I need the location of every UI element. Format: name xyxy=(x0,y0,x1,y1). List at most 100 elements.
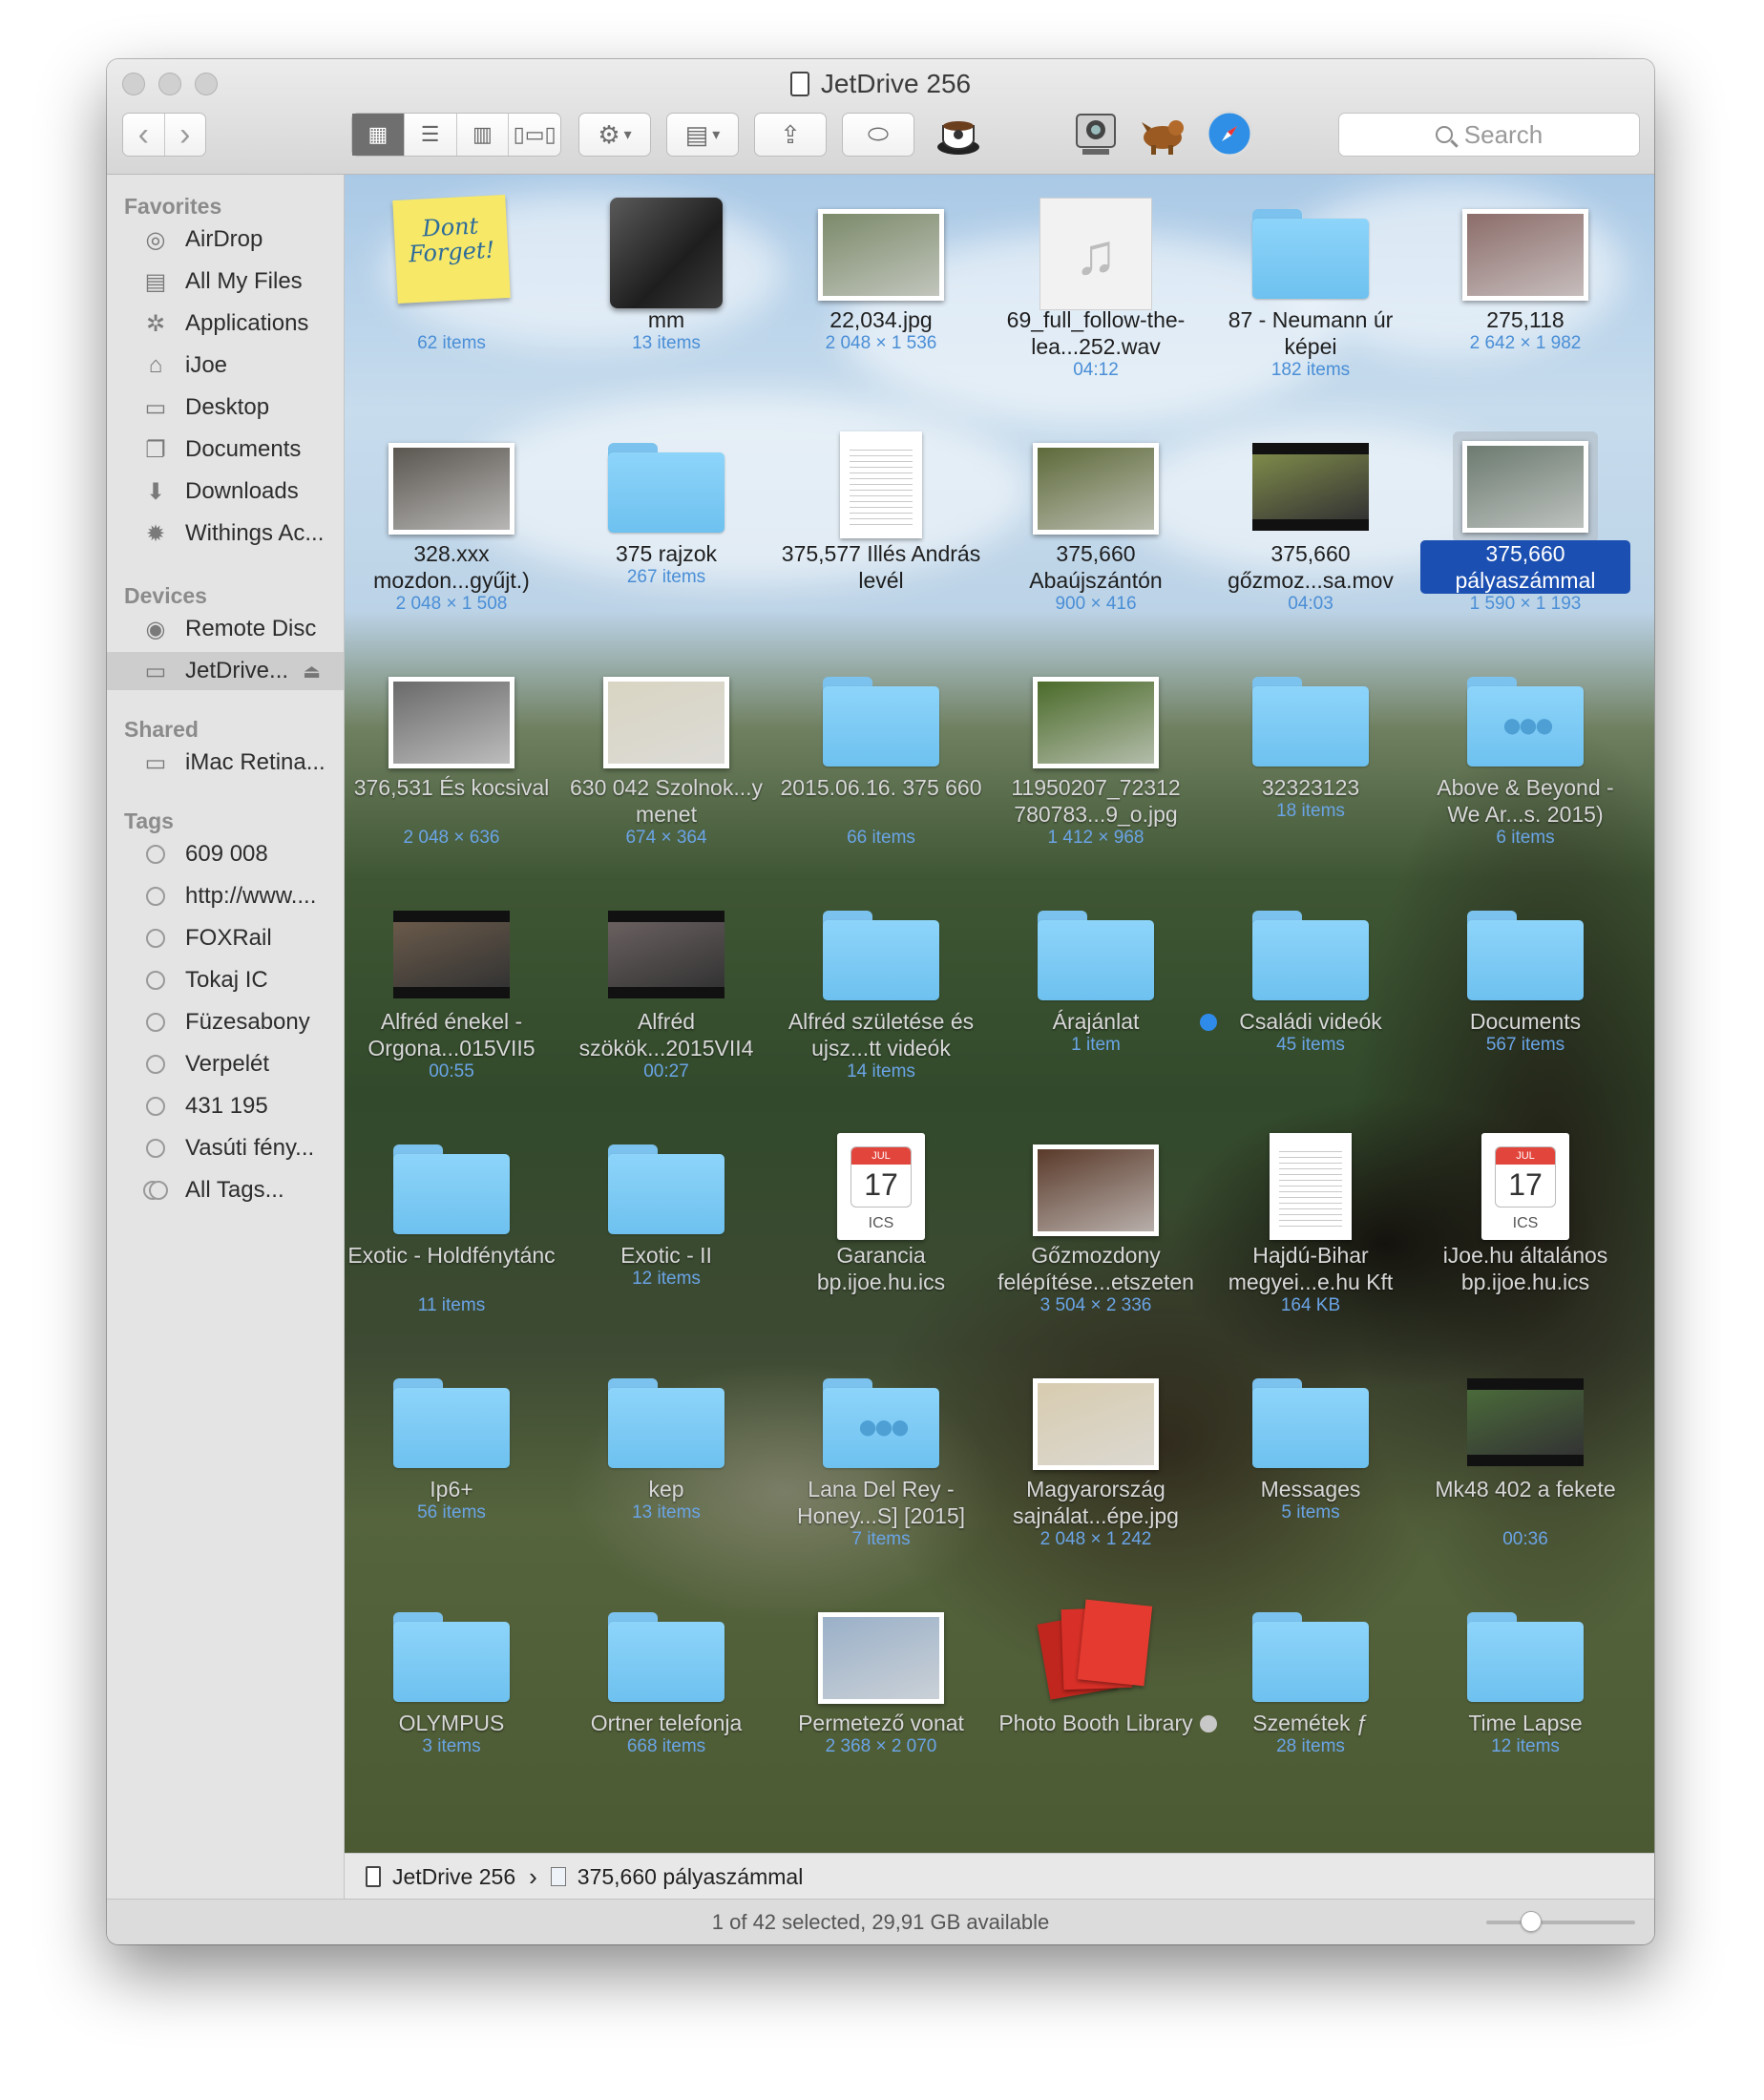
sidebar-header-shared: Shared xyxy=(124,717,199,742)
file-info: 00:36 xyxy=(1502,1529,1548,1549)
sidebar-tag-609-008[interactable]: 609 008 xyxy=(107,835,344,873)
list-view-button[interactable]: ☰ xyxy=(405,114,457,156)
image-thumbnail xyxy=(1033,443,1159,535)
file-item-alfr-d-sz-k-k-2015vii4[interactable]: Alfréd szökök...2015VII4 00:27 xyxy=(561,882,771,1102)
file-item-ortner-telefonja[interactable]: Ortner telefonja 668 items xyxy=(561,1584,771,1803)
file-item-87-neumann-r-k-pei[interactable]: 87 - Neumann úr képei 182 items xyxy=(1206,180,1416,400)
file-item-szem-tek[interactable]: Szemétek ƒ 28 items xyxy=(1200,1584,1416,1803)
file-item-olympus[interactable]: OLYMPUS 3 items xyxy=(346,1584,556,1803)
animal-app-icon[interactable] xyxy=(1138,109,1187,158)
file-item-630-042-szolnok-y-menet[interactable]: 630 042 Szolnok...y menet 674 × 364 xyxy=(561,648,771,868)
path-leaf[interactable]: 375,660 pályaszámmal xyxy=(550,1864,803,1890)
icon-view-button[interactable]: ▦ xyxy=(352,114,405,156)
calendar-icon: JUL 17 ICS xyxy=(837,1133,925,1240)
file-item-photo-booth-library[interactable]: Photo Booth Library xyxy=(991,1584,1201,1803)
forward-button[interactable]: › xyxy=(165,114,206,156)
sidebar-item-applications[interactable]: ✲ Applications xyxy=(107,304,344,343)
sidebar-tag-foxrail[interactable]: FOXRail xyxy=(107,919,344,957)
file-item-2015-06-16-375-660[interactable]: 2015.06.16. 375 660 66 items xyxy=(776,648,986,868)
screenshot-app-icon[interactable] xyxy=(1071,109,1121,158)
file-item-hajd-bihar-megyei-e-hu-kft[interactable]: Hajdú-Bihar megyei...e.hu Kft 164 KB xyxy=(1206,1116,1416,1335)
file-name-text: 69_full_follow-the-lea...252.wav xyxy=(1006,307,1186,359)
file-item-376-531-s-kocsival[interactable]: 376,531 És kocsival 2 048 × 636 xyxy=(346,648,556,868)
coffee-app-icon[interactable] xyxy=(934,109,983,158)
sidebar-tag-tokaj-ic[interactable]: Tokaj IC xyxy=(107,961,344,999)
file-item-alfr-d-nekel-orgona-015vii5[interactable]: Alfréd énekel - Orgona...015VII5 00:55 xyxy=(346,882,556,1102)
sidebar-item-airdrop[interactable]: ◎ AirDrop xyxy=(107,220,344,259)
cover-flow-button[interactable]: ▯▭▯ xyxy=(509,114,560,156)
file-item-alfr-d-sz-let-se-s-ujsz-tt-vide-k[interactable]: Alfréd születése és ujsz...tt videók 14 i… xyxy=(776,882,986,1102)
sidebar-item-documents[interactable]: ❐ Documents xyxy=(107,430,344,469)
file-name-text: Ortner telefonja xyxy=(590,1711,743,1735)
file-name: Ortner telefonja xyxy=(561,1710,771,1736)
share-button[interactable]: ⇪ xyxy=(754,113,827,157)
file-item-documents[interactable]: Documents 567 items xyxy=(1420,882,1630,1102)
sidebar-tag-verpel-t[interactable]: Verpelét xyxy=(107,1045,344,1083)
file-item-csal-di-vide-k[interactable]: Családi videók 45 items xyxy=(1200,882,1416,1102)
file-item-raj-nlat[interactable]: Árajánlat 1 item xyxy=(991,882,1201,1102)
file-item-69-full-follow-the-lea-252-wav[interactable]: ♫ 69_full_follow-the-lea...252.wav 04:12 xyxy=(991,180,1201,400)
file-item-328-xxx-mozdon-gy-jt[interactable]: 328.xxx mozdon...gyűjt.) 2 048 × 1 508 xyxy=(346,414,556,634)
file-item-time-lapse[interactable]: Time Lapse 12 items xyxy=(1420,1584,1630,1803)
file-item-above-beyond-we-ar-s-2015[interactable]: ●●● Above & Beyond - We Ar...s. 2015) 6 it… xyxy=(1420,648,1630,868)
file-name-text: Hajdú-Bihar megyei...e.hu Kft xyxy=(1228,1243,1394,1294)
sidebar-tag-http-www[interactable]: http://www.... xyxy=(107,877,344,915)
file-item-magyarorsz-g-sajn-lat-pe-jpg[interactable]: Magyarország sajnálat...épe.jpg 2 048 × 1… xyxy=(991,1350,1201,1569)
file-name-text: Alfréd énekel - Orgona...015VII5 xyxy=(368,1009,536,1060)
sidebar-item-jetdrive[interactable]: ▭ JetDrive... ⏏ xyxy=(107,652,344,690)
file-item-g-zmozdony-fel-p-t-se-etszeten[interactable]: Gőzmozdony felépítése...etszeten 3 504 × … xyxy=(991,1116,1201,1335)
sidebar-tag-f-zesabony[interactable]: Füzesabony xyxy=(107,1003,344,1041)
file-item-32323123[interactable]: 32323123 18 items xyxy=(1206,648,1416,868)
back-button[interactable]: ‹ xyxy=(123,114,165,156)
file-info: 12 items xyxy=(632,1269,701,1289)
file-item-messages[interactable]: Messages 5 items xyxy=(1206,1350,1416,1569)
file-item-lana-del-rey-honey-s-2015[interactable]: ●●● Lana Del Rey - Honey...S] [2015] 7 ite… xyxy=(776,1350,986,1569)
sidebar-item-label: JetDrive... xyxy=(185,658,289,683)
sidebar-item-desktop[interactable]: ▭ Desktop xyxy=(107,388,344,427)
file-item-22-034-jpg[interactable]: 22,034.jpg 2 048 × 1 536 xyxy=(776,180,986,400)
tag-button[interactable]: ⬭ xyxy=(842,113,914,157)
calendar-month: JUL xyxy=(851,1147,911,1165)
file-item-mk48-402-a-fekete[interactable]: Mk48 402 a fekete 00:36 xyxy=(1420,1350,1630,1569)
file-item-mm[interactable]: mm 13 items xyxy=(561,180,771,400)
file-item-ijoe-hu-ltal-nos-bp-ijoe-hu-ics[interactable]: JUL 17 ICS iJoe.hu általános bp.ijoe.hu.ics xyxy=(1420,1116,1630,1335)
eject-icon[interactable]: ⏏ xyxy=(303,660,321,683)
file-name: Above & Beyond - We Ar...s. 2015) xyxy=(1420,774,1630,828)
folder-icon xyxy=(1467,911,1584,1000)
slider-knob[interactable] xyxy=(1520,1911,1542,1932)
file-item-275-118[interactable]: 275,118 2 642 × 1 982 xyxy=(1420,180,1630,400)
apple-folder-icon xyxy=(610,198,723,308)
file-item-375-660-p-lyasz-mmal[interactable]: 375,660 pályaszámmal 1 590 × 1 193 xyxy=(1420,414,1630,634)
file-item-kep[interactable]: kep 13 items xyxy=(561,1350,771,1569)
file-item-ip6[interactable]: Ip6+ 56 items xyxy=(346,1350,556,1569)
action-menu-button[interactable]: ⚙ ▾ xyxy=(578,113,651,157)
file-item-exotic-ii[interactable]: Exotic - II 12 items xyxy=(561,1116,771,1335)
file-item-375-660-aba-jsz-nt-n[interactable]: 375,660 Abaújszántón 900 × 416 xyxy=(991,414,1201,634)
file-item-dont-forget[interactable]: Dont Forget! 62 items xyxy=(346,180,556,400)
sidebar-item-imac-retina[interactable]: ▭ iMac Retina... xyxy=(107,744,344,782)
sidebar-item-ijoe[interactable]: ⌂ iJoe xyxy=(107,346,344,385)
sidebar-item-withings-ac[interactable]: ✹ Withings Ac... xyxy=(107,514,344,553)
sidebar-item-label: All My Files xyxy=(185,268,303,294)
file-item-375-660-g-zmoz-sa-mov[interactable]: 375,660 gőzmoz...sa.mov 04:03 xyxy=(1206,414,1416,634)
file-item-375-rajzok[interactable]: 375 rajzok 267 items xyxy=(561,414,771,634)
sidebar-item-downloads[interactable]: ⬇ Downloads xyxy=(107,472,344,511)
sidebar-tag-vas-ti-f-ny[interactable]: Vasúti fény... xyxy=(107,1129,344,1167)
path-root[interactable]: JetDrive 256 xyxy=(366,1864,515,1890)
sidebar-item-remote-disc[interactable]: ◉ Remote Disc xyxy=(107,610,344,648)
arrange-menu-button[interactable]: ▤ ▾ xyxy=(666,113,739,157)
file-item-permetez-vonat[interactable]: Permetező vonat 2 368 × 2 070 xyxy=(776,1584,986,1803)
sidebar-tag-all-tags[interactable]: All Tags... xyxy=(107,1171,344,1209)
search-field[interactable]: Search xyxy=(1338,113,1640,157)
file-item-375-577-ill-s-andr-s-lev-l[interactable]: 375,577 Illés András levél xyxy=(776,414,986,634)
column-view-button[interactable]: ▥ xyxy=(457,114,510,156)
file-item-exotic-holdf-nyt-nc[interactable]: Exotic - Holdfénytánc 11 items xyxy=(346,1116,556,1335)
image-thumbnail xyxy=(1033,1378,1159,1470)
file-item-garancia-bp-ijoe-hu-ics[interactable]: JUL 17 ICS Garancia bp.ijoe.hu.ics xyxy=(776,1116,986,1335)
sidebar-tag-431-195[interactable]: 431 195 xyxy=(107,1087,344,1125)
icon-size-slider[interactable] xyxy=(1486,1911,1635,1932)
file-item-11950207-72312-780783-9-o-jpg[interactable]: 11950207_72312 780783...9_o.jpg 1 412 × 9… xyxy=(991,648,1201,868)
sidebar-item-label: AirDrop xyxy=(185,226,263,252)
safari-icon[interactable] xyxy=(1205,109,1254,158)
sidebar-item-all-my-files[interactable]: ▤ All My Files xyxy=(107,262,344,301)
